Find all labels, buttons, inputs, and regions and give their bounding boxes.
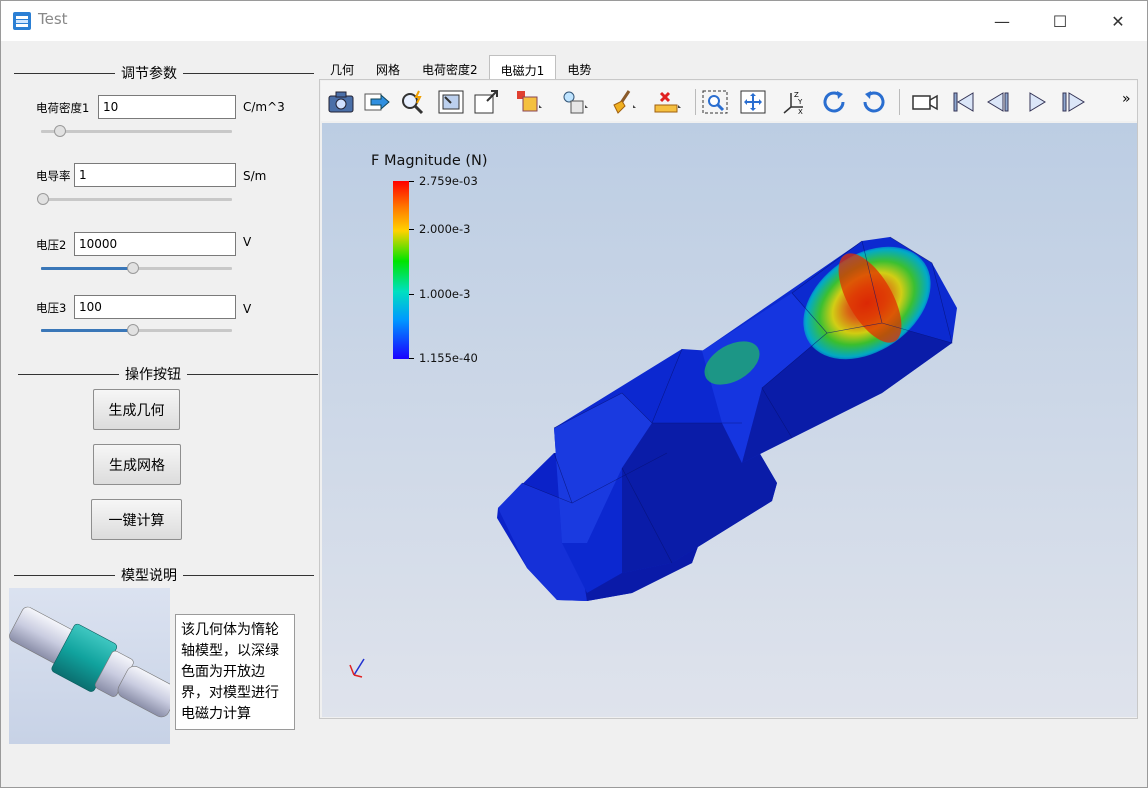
voltage3-input[interactable] xyxy=(74,295,236,319)
param-unit-voltage2: V xyxy=(243,235,252,249)
tab-potential[interactable]: 电势 xyxy=(556,55,602,79)
actions-group-title: 操作按钮 xyxy=(119,364,187,384)
camera-snapshot-icon[interactable] xyxy=(327,89,355,115)
slider-handle[interactable] xyxy=(37,193,49,205)
voltage2-input[interactable] xyxy=(74,232,236,256)
slider-fill xyxy=(41,267,131,270)
tab-em-force[interactable]: 电磁力1 xyxy=(488,55,557,79)
generate-mesh-button[interactable]: 生成网格 xyxy=(93,444,181,485)
charge-density-input[interactable] xyxy=(98,95,236,119)
legend-label-min: 1.155e-40 xyxy=(419,351,478,365)
slider-handle[interactable] xyxy=(127,324,139,336)
shaft-force-mesh xyxy=(497,236,957,601)
params-group-title: 调节参数 xyxy=(115,63,183,83)
slider-handle[interactable] xyxy=(127,262,139,274)
charge-density-slider[interactable] xyxy=(41,125,232,137)
slider-handle[interactable] xyxy=(54,125,66,137)
render-viewport[interactable] xyxy=(322,123,1137,717)
display-mode-icon[interactable] xyxy=(515,89,543,115)
result-tabs: 几何 网格 电荷密度2 电磁力1 电势 xyxy=(319,55,602,79)
maximize-icon: ☐ xyxy=(1052,11,1068,31)
legend-tick xyxy=(409,181,414,182)
legend-tick xyxy=(409,229,414,230)
legend-tick xyxy=(409,358,414,359)
legend-label-2e-3: 2.000e-3 xyxy=(419,222,471,236)
zoom-box-icon[interactable] xyxy=(473,89,501,115)
app-icon xyxy=(13,12,31,30)
param-unit-voltage3: V xyxy=(243,302,252,316)
param-label-charge-density: 电荷密度1 xyxy=(36,101,90,115)
slider-fill xyxy=(41,329,131,332)
shaft-model-icon xyxy=(9,606,179,718)
param-unit-charge-density: C/m^3 xyxy=(243,100,285,114)
magnify-query-icon[interactable] xyxy=(399,89,427,115)
color-legend-bar xyxy=(393,181,409,359)
legend-label-max: 2.759e-03 xyxy=(419,174,478,188)
minimize-icon: — xyxy=(994,11,1010,31)
app-window: Test — ☐ ✕ 调节参数 电荷密度1 C/m^3 电导率 S/m 电压2 … xyxy=(0,0,1148,788)
param-label-voltage3: 电压3 xyxy=(36,301,67,315)
voltage2-slider[interactable] xyxy=(41,262,232,274)
lighting-icon[interactable] xyxy=(561,89,589,115)
view-toolbar: ZYX xyxy=(321,81,1137,121)
rotate-cw-icon[interactable] xyxy=(821,89,849,115)
next-frame-icon[interactable] xyxy=(1059,89,1087,115)
param-label-conductivity: 电导率 xyxy=(36,169,71,183)
legend-title: F Magnitude (N) xyxy=(371,153,488,169)
window-title: Test xyxy=(38,10,68,28)
first-frame-icon[interactable] xyxy=(949,89,977,115)
axes-orientation-icon[interactable]: ZYX xyxy=(781,89,809,115)
svg-text:X: X xyxy=(798,108,803,115)
conductivity-input[interactable] xyxy=(74,163,236,187)
close-icon: ✕ xyxy=(1111,11,1125,31)
tab-charge-density[interactable]: 电荷密度2 xyxy=(411,55,489,79)
svg-text:Y: Y xyxy=(797,98,803,106)
model-group-title: 模型说明 xyxy=(115,565,183,585)
compute-button[interactable]: 一键计算 xyxy=(91,499,182,540)
legend-label-1e-3: 1.000e-3 xyxy=(419,287,471,301)
toolbar-separator xyxy=(899,89,900,115)
legend-tick xyxy=(409,294,414,295)
model-preview-image xyxy=(9,588,179,744)
tab-mesh[interactable]: 网格 xyxy=(365,55,411,79)
minimize-button[interactable]: — xyxy=(973,1,1031,41)
toolbar-separator xyxy=(695,89,696,115)
zoom-region-icon[interactable] xyxy=(701,89,729,115)
model-description: 该几何体为惰轮轴模型，以深绿色面为开放边界，对模型进行电磁力计算 xyxy=(175,614,295,730)
generate-geometry-button[interactable]: 生成几何 xyxy=(93,389,180,430)
param-label-voltage2: 电压2 xyxy=(36,238,67,252)
pan-move-icon[interactable] xyxy=(739,89,767,115)
previous-frame-icon[interactable] xyxy=(985,89,1013,115)
conductivity-slider[interactable] xyxy=(37,193,232,205)
voltage3-slider[interactable] xyxy=(41,324,232,336)
rotate-ccw-icon[interactable] xyxy=(859,89,887,115)
toolbar-overflow-icon[interactable]: » xyxy=(1122,91,1131,107)
video-camera-icon[interactable] xyxy=(911,89,939,115)
export-icon[interactable] xyxy=(363,89,391,115)
title-bar: Test — ☐ ✕ xyxy=(1,1,1147,41)
maximize-button[interactable]: ☐ xyxy=(1031,1,1089,41)
fit-view-icon[interactable] xyxy=(437,89,465,115)
ruler-delete-icon[interactable] xyxy=(653,89,681,115)
clear-broom-icon[interactable] xyxy=(609,89,637,115)
close-button[interactable]: ✕ xyxy=(1089,1,1147,41)
axes-triad-icon xyxy=(349,658,365,678)
param-unit-conductivity: S/m xyxy=(243,169,267,183)
play-icon[interactable] xyxy=(1023,89,1051,115)
tab-geometry[interactable]: 几何 xyxy=(319,55,365,79)
